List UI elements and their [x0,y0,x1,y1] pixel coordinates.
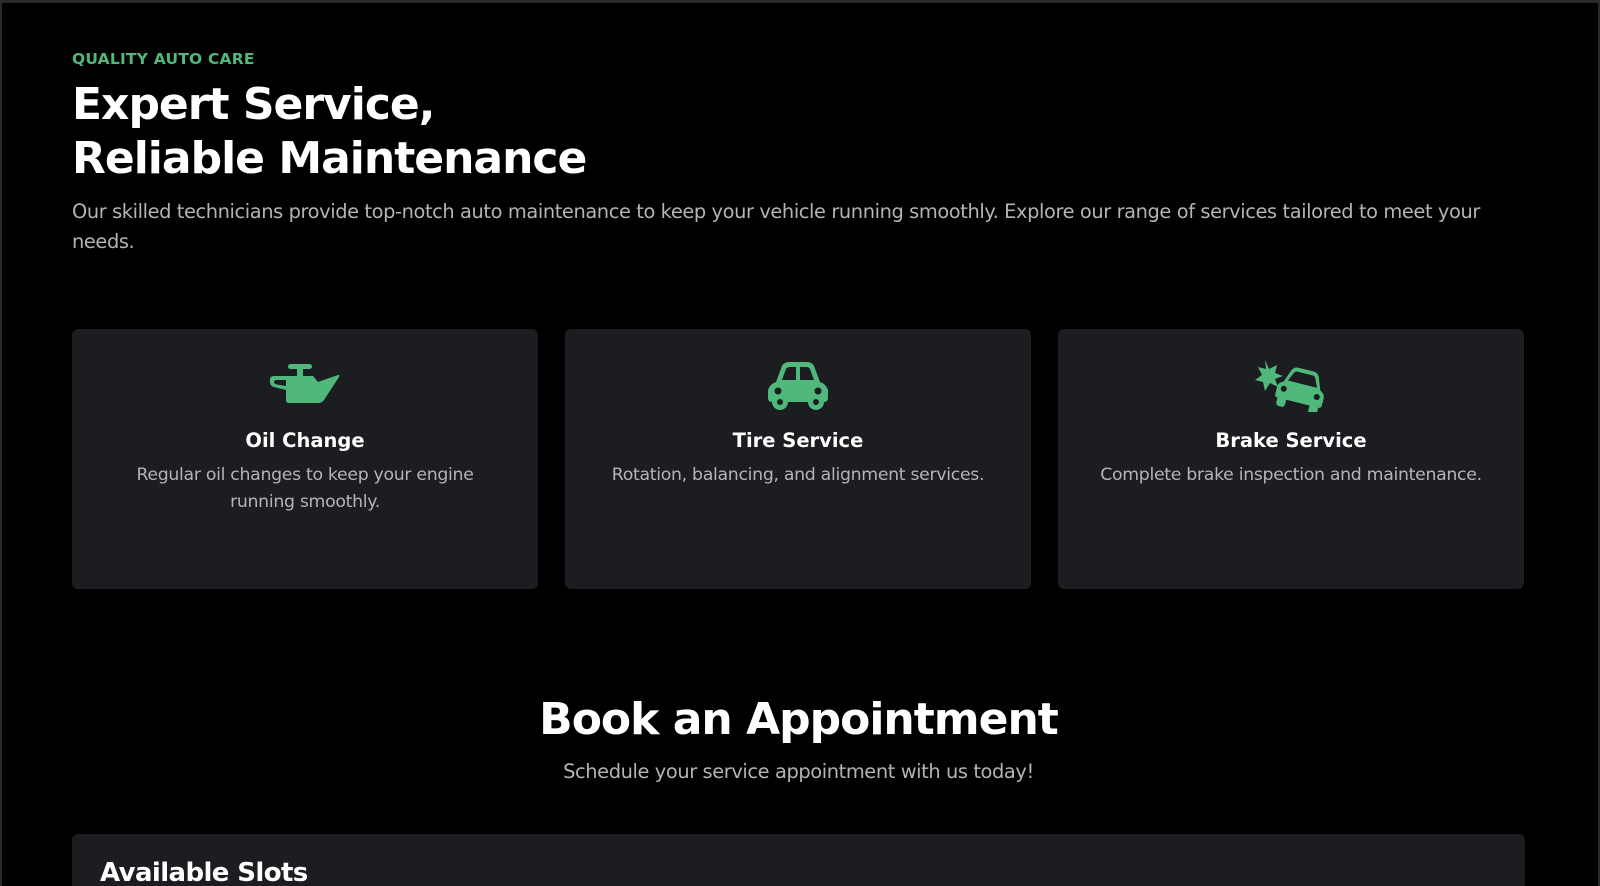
service-card-tire-service[interactable]: Tire Service Rotation, balancing, and al… [565,329,1031,589]
service-card-title: Oil Change [245,429,365,452]
service-card-description: Complete brake inspection and maintenanc… [1100,465,1482,485]
hero-title: Expert Service, Reliable Maintenance [72,78,587,186]
hero-title-line-2: Reliable Maintenance [72,133,587,184]
available-slots-title: Available Slots [100,858,308,886]
hero-description: Our skilled technicians provide top-notc… [72,200,1480,253]
booking-title: Book an Appointment [539,694,1059,745]
service-card-description: Rotation, balancing, and alignment servi… [611,465,985,485]
car-icon [768,362,828,410]
service-card-title: Brake Service [1215,429,1367,452]
booking-subtitle: Schedule your service appointment with u… [563,760,1034,783]
car-crash-icon [1255,360,1324,412]
services-grid: Oil Change Regular oil changes to keep y… [72,329,1525,589]
hero-eyebrow: QUALITY AUTO CARE [72,50,255,68]
oil-can-icon [270,364,340,403]
hero-title-line-1: Expert Service, [72,79,435,130]
service-card-brake-service[interactable]: Brake Service Complete brake inspection … [1058,329,1524,589]
service-card-title: Tire Service [732,429,864,452]
service-card-oil-change[interactable]: Oil Change Regular oil changes to keep y… [72,329,538,589]
service-card-description: Regular oil changes to keep your engine … [136,465,474,512]
available-slots-panel: Available Slots [72,834,1525,886]
